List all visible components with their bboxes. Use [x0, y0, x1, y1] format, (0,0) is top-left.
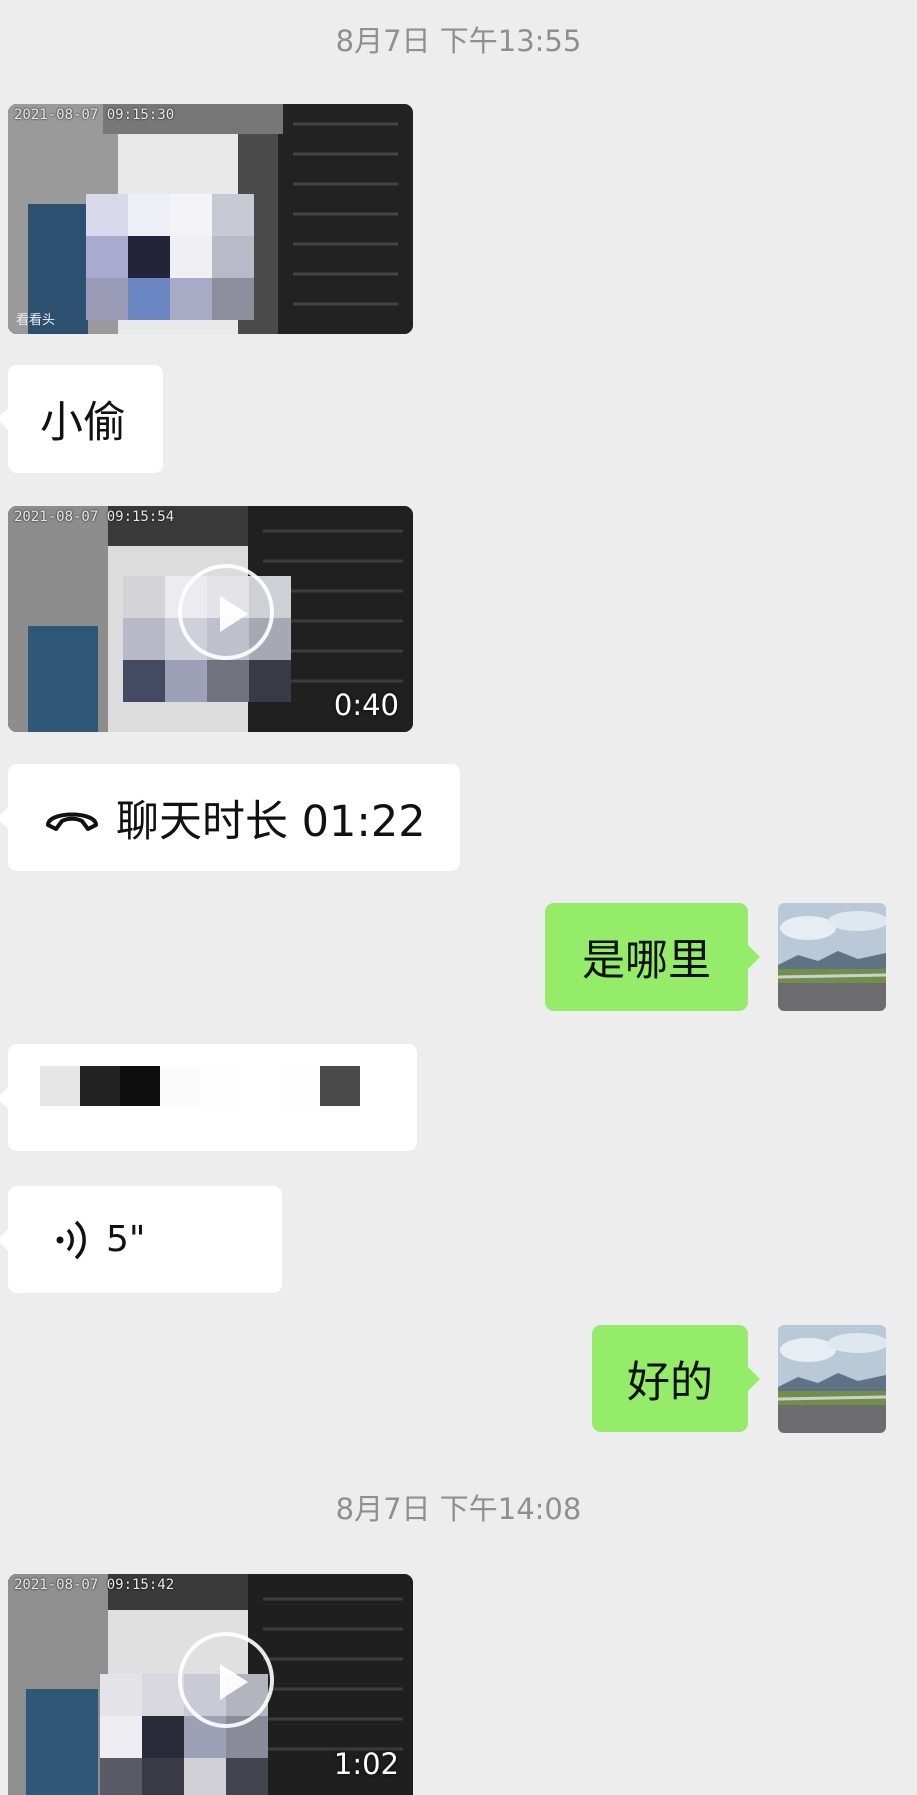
- image-message[interactable]: 2021-08-07 09:15:30 看看头: [8, 104, 413, 334]
- video-message[interactable]: 2021-08-07 09:15:54 0:40: [8, 506, 413, 732]
- outgoing-text-bubble[interactable]: 好的: [592, 1325, 760, 1432]
- chat-timestamp: 8月7日 下午14:08: [335, 1492, 582, 1526]
- overlay-timestamp: 2021-08-07 09:15:30: [14, 107, 175, 123]
- voice-wave-icon: [56, 1220, 86, 1259]
- overlay-timestamp: 2021-08-07 09:15:42: [14, 1577, 175, 1593]
- incoming-text-bubble[interactable]: 小偷: [0, 365, 163, 473]
- outgoing-text-bubble[interactable]: 是哪里: [545, 903, 760, 1011]
- play-icon[interactable]: [178, 1632, 274, 1728]
- message-text: 好的: [627, 1357, 713, 1408]
- video-message[interactable]: 2021-08-07 09:15:42 1:02: [8, 1574, 413, 1795]
- phone-hangup-icon: [46, 812, 98, 831]
- app-watermark: 看看头: [16, 313, 56, 328]
- voice-message-bubble[interactable]: 5": [0, 1186, 282, 1293]
- mosaic-redaction: [40, 1066, 360, 1106]
- avatar[interactable]: [778, 903, 886, 1011]
- play-icon[interactable]: [178, 564, 274, 660]
- overlay-timestamp: 2021-08-07 09:15:54: [14, 509, 175, 525]
- video-duration: 1:02: [333, 1747, 399, 1781]
- message-text: 小偷: [40, 398, 126, 448]
- avatar[interactable]: [778, 1325, 886, 1433]
- call-record-bubble[interactable]: 聊天时长 01:22: [0, 764, 460, 871]
- mosaic-blur: [86, 194, 254, 320]
- message-text: 是哪里: [582, 936, 711, 986]
- voice-duration: 5": [106, 1219, 146, 1260]
- video-duration: 0:40: [333, 688, 399, 722]
- redacted-message-bubble[interactable]: [0, 1044, 417, 1151]
- chat-timestamp: 8月7日 下午13:55: [335, 24, 582, 58]
- call-duration-label: 聊天时长 01:22: [116, 796, 426, 847]
